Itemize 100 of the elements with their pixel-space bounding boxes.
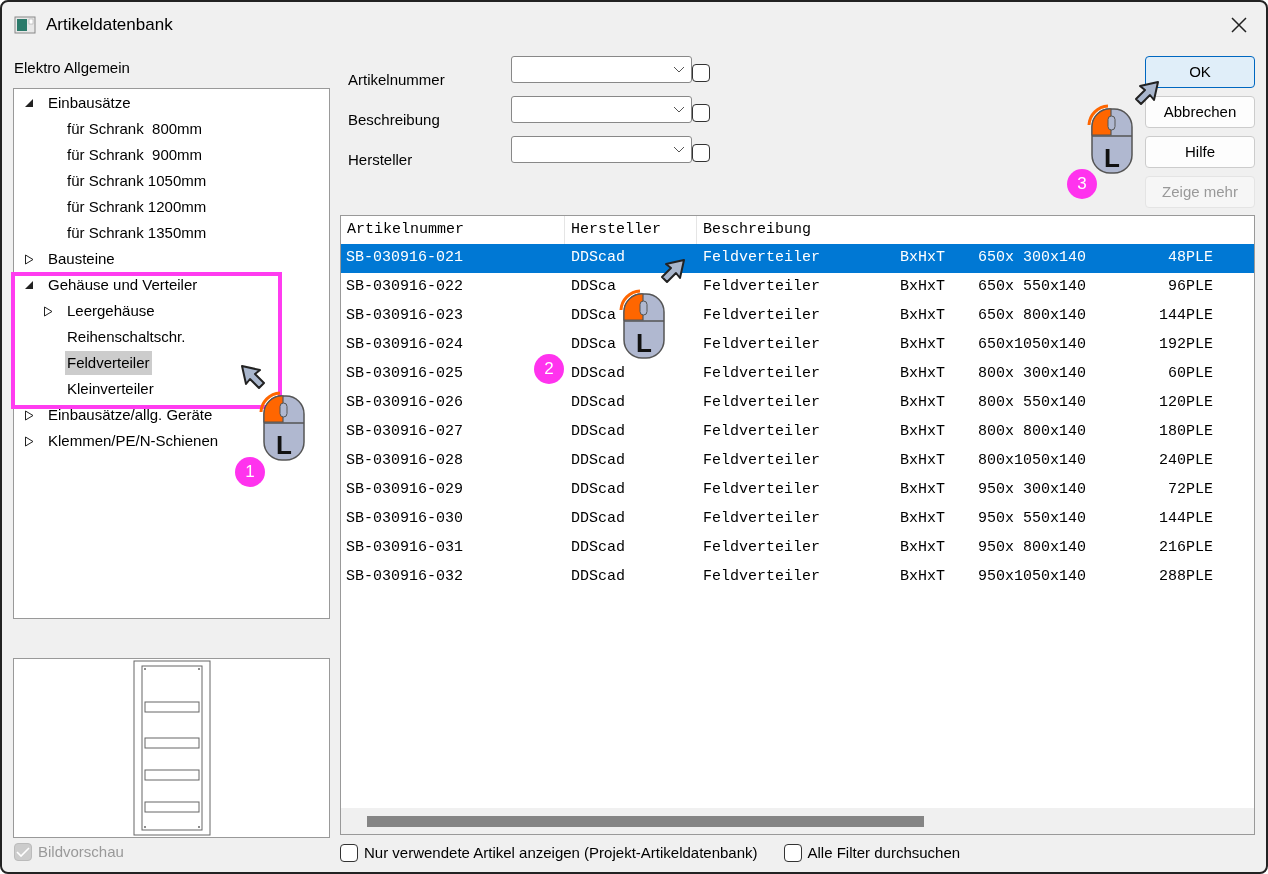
table-cell[interactable]: 60PLE: [1168, 365, 1213, 383]
table-cell[interactable]: SB-030916-024: [346, 336, 464, 354]
tree-item[interactable]: für Schrank 1200mm: [65, 195, 209, 219]
table-cell[interactable]: 48PLE: [1168, 249, 1213, 267]
table-cell[interactable]: BxHxT: [900, 568, 945, 586]
table-cell[interactable]: SB-030916-032: [346, 568, 464, 586]
expand-icon[interactable]: [43, 305, 53, 317]
collapse-icon[interactable]: [24, 98, 34, 108]
expand-icon[interactable]: [24, 435, 34, 447]
table-cell[interactable]: SB-030916-025: [346, 365, 464, 383]
tree-item[interactable]: Gehäuse und Verteiler: [46, 273, 200, 297]
table-cell[interactable]: BxHxT: [900, 249, 945, 267]
table-cell[interactable]: SB-030916-023: [346, 307, 464, 325]
table-cell[interactable]: Feldverteiler: [703, 568, 821, 586]
table-cell[interactable]: 144PLE: [1159, 510, 1213, 528]
collapse-icon[interactable]: [24, 280, 34, 290]
table-cell[interactable]: 950x 300x140: [978, 481, 1087, 499]
table-cell[interactable]: 192PLE: [1159, 336, 1213, 354]
table-cell[interactable]: DDScad: [571, 394, 625, 412]
table-cell[interactable]: BxHxT: [900, 365, 945, 383]
tree-item[interactable]: Reihenschaltschr.: [65, 325, 188, 349]
tree-item[interactable]: Feldverteiler: [65, 351, 152, 375]
table-cell[interactable]: BxHxT: [900, 278, 945, 296]
table-cell[interactable]: BxHxT: [900, 423, 945, 441]
table-cell[interactable]: DDScad: [571, 510, 625, 528]
table-cell[interactable]: 72PLE: [1168, 481, 1213, 499]
table-cell[interactable]: 180PLE: [1159, 423, 1213, 441]
tree-item[interactable]: Klemmen/PE/N-Schienen: [46, 429, 221, 453]
table-cell[interactable]: BxHxT: [900, 336, 945, 354]
table-cell[interactable]: 144PLE: [1159, 307, 1213, 325]
table-cell[interactable]: 800x 300x140: [978, 365, 1087, 383]
table-cell[interactable]: 96PLE: [1168, 278, 1213, 296]
table-cell[interactable]: 240PLE: [1159, 452, 1213, 470]
tree-item[interactable]: für Schrank 1050mm: [65, 169, 209, 193]
tree-item[interactable]: für Schrank 1350mm: [65, 221, 209, 245]
table-cell[interactable]: BxHxT: [900, 452, 945, 470]
expand-icon[interactable]: [24, 409, 34, 421]
table-cell[interactable]: SB-030916-026: [346, 394, 464, 412]
table-cell[interactable]: Feldverteiler: [703, 365, 821, 383]
table-cell[interactable]: DDScad: [571, 452, 625, 470]
table-cell[interactable]: 216PLE: [1159, 539, 1213, 557]
tree-item[interactable]: Leergehäuse: [65, 299, 157, 323]
table-cell[interactable]: Feldverteiler: [703, 336, 821, 354]
table-cell[interactable]: SB-030916-028: [346, 452, 464, 470]
table-cell[interactable]: 950x 800x140: [978, 539, 1087, 557]
table-cell[interactable]: 800x1050x140: [978, 452, 1087, 470]
tree-item[interactable]: Einbausätze: [46, 91, 133, 115]
table-cell[interactable]: Feldverteiler: [703, 452, 821, 470]
tree-item[interactable]: für Schrank 900mm: [65, 143, 205, 167]
column-header[interactable]: Beschreibung: [697, 216, 894, 244]
table-cell[interactable]: DDSca: [571, 336, 616, 354]
table-cell[interactable]: 800x 550x140: [978, 394, 1087, 412]
tree-item[interactable]: Kleinverteiler: [65, 377, 156, 401]
table-cell[interactable]: Feldverteiler: [703, 481, 821, 499]
table-cell[interactable]: 950x1050x140: [978, 568, 1087, 586]
table-cell[interactable]: Feldverteiler: [703, 510, 821, 528]
table-cell[interactable]: Feldverteiler: [703, 423, 821, 441]
table-cell[interactable]: 120PLE: [1159, 394, 1213, 412]
table-cell[interactable]: BxHxT: [900, 539, 945, 557]
table-cell[interactable]: 650x 550x140: [978, 278, 1087, 296]
table-cell[interactable]: DDScad: [571, 423, 625, 441]
table-cell[interactable]: SB-030916-029: [346, 481, 464, 499]
table-cell[interactable]: DDSca: [571, 307, 616, 325]
tree-item[interactable]: Bausteine: [46, 247, 117, 271]
table-cell[interactable]: Feldverteiler: [703, 539, 821, 557]
table-cell[interactable]: SB-030916-027: [346, 423, 464, 441]
table-cell[interactable]: 650x 800x140: [978, 307, 1087, 325]
scrollbar-thumb[interactable]: [367, 815, 924, 827]
checkbox[interactable]: [692, 144, 710, 162]
table-cell[interactable]: SB-030916-030: [346, 510, 464, 528]
expand-icon[interactable]: [24, 253, 34, 265]
table-cell[interactable]: DDScad: [571, 539, 625, 557]
table-cell[interactable]: Feldverteiler: [703, 278, 821, 296]
table-cell[interactable]: 950x 550x140: [978, 510, 1087, 528]
checkbox[interactable]: [340, 844, 358, 862]
tree-item[interactable]: Einbausätze/allg. Geräte: [46, 403, 215, 427]
table-cell[interactable]: Feldverteiler: [703, 394, 821, 412]
table-cell[interactable]: 650x1050x140: [978, 336, 1087, 354]
table-cell[interactable]: SB-030916-021: [346, 249, 464, 267]
table-cell[interactable]: BxHxT: [900, 510, 945, 528]
table-cell[interactable]: DDScad: [571, 365, 625, 383]
table-cell[interactable]: BxHxT: [900, 481, 945, 499]
table-cell[interactable]: SB-030916-031: [346, 539, 464, 557]
dialog-button[interactable]: Abbrechen: [1145, 96, 1255, 128]
checkbox[interactable]: [692, 104, 710, 122]
table-cell[interactable]: 288PLE: [1159, 568, 1213, 586]
dialog-button[interactable]: Hilfe: [1145, 136, 1255, 168]
table-cell[interactable]: Feldverteiler: [703, 307, 821, 325]
checkbox[interactable]: [783, 844, 802, 862]
dialog-button[interactable]: OK: [1145, 56, 1255, 88]
table-cell[interactable]: DDScad: [571, 249, 625, 267]
table-cell[interactable]: Feldverteiler: [703, 249, 821, 267]
tree-item[interactable]: für Schrank 800mm: [65, 117, 205, 141]
table-cell[interactable]: DDSca: [571, 278, 616, 296]
checkbox[interactable]: [692, 64, 710, 82]
table-cell[interactable]: 650x 300x140: [978, 249, 1087, 267]
table-cell[interactable]: DDScad: [571, 481, 625, 499]
table-cell[interactable]: 800x 800x140: [978, 423, 1087, 441]
table-cell[interactable]: BxHxT: [900, 307, 945, 325]
table-cell[interactable]: BxHxT: [900, 394, 945, 412]
